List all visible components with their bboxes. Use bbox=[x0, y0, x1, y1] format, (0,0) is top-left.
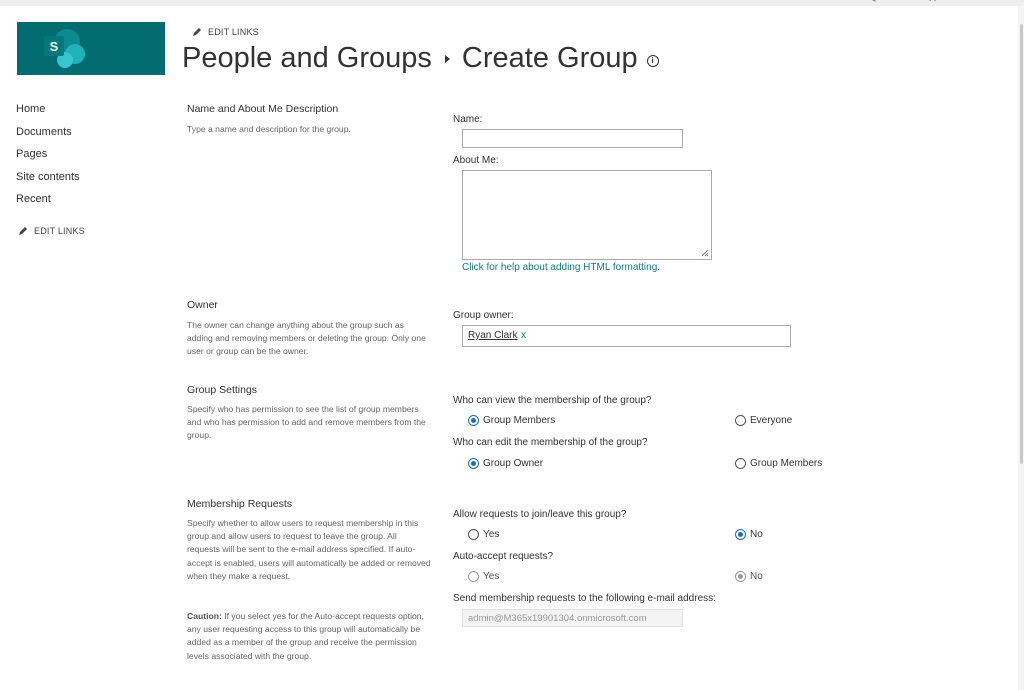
join-option-b-label: No bbox=[750, 529, 763, 540]
caution-note: Caution: If you select yes for the Auto-… bbox=[187, 610, 432, 663]
window-top-strip: ◂ ✕ bbox=[0, 0, 1024, 6]
radio-selected-icon[interactable] bbox=[468, 458, 479, 469]
email-question: Send membership requests to the followin… bbox=[453, 593, 716, 604]
view-radio-group-members[interactable]: Group Members bbox=[468, 415, 555, 426]
auto-radio-yes: Yes bbox=[468, 571, 499, 582]
pencil-icon bbox=[193, 28, 201, 36]
sharepoint-logo-icon: S bbox=[44, 29, 85, 68]
section-title-owner: Owner bbox=[187, 299, 218, 311]
radio-selected-icon[interactable] bbox=[735, 529, 746, 540]
nav-item-home[interactable]: Home bbox=[16, 101, 80, 124]
nav-edit-links[interactable]: EDIT LINKS bbox=[18, 226, 85, 236]
auto-option-a-label: Yes bbox=[483, 571, 500, 582]
section-title-membership-requests: Membership Requests bbox=[187, 498, 293, 510]
pencil-icon bbox=[19, 227, 27, 235]
about-me-textarea[interactable] bbox=[462, 170, 712, 260]
edit-radio-group-owner[interactable]: Group Owner bbox=[468, 458, 543, 469]
vertical-scrollbar[interactable] bbox=[1018, 6, 1024, 690]
resize-grip-icon[interactable] bbox=[701, 249, 709, 257]
scrollbar-thumb[interactable] bbox=[1020, 24, 1023, 464]
name-label: Name: bbox=[453, 114, 483, 125]
section-title-name-about: Name and About Me Description bbox=[187, 103, 339, 115]
logo-letter: S bbox=[50, 39, 59, 54]
owner-name[interactable]: Ryan Clark bbox=[468, 330, 517, 341]
group-owner-label: Group owner: bbox=[453, 310, 514, 321]
owner-remove-icon[interactable]: x bbox=[521, 330, 526, 341]
nav-edit-links-label[interactable]: EDIT LINKS bbox=[34, 226, 85, 236]
radio-selected-icon bbox=[735, 571, 746, 582]
breadcrumb-page: Create Group bbox=[461, 42, 638, 74]
radio-icon bbox=[468, 571, 479, 582]
membership-email-input: admin@M365x19901304.onmicrosoft.com bbox=[462, 609, 683, 627]
edit-links-label[interactable]: EDIT LINKS bbox=[208, 27, 259, 37]
radio-icon[interactable] bbox=[735, 415, 746, 426]
top-edit-links[interactable]: EDIT LINKS bbox=[192, 27, 259, 37]
caution-text: If you select yes for the Auto-accept re… bbox=[187, 611, 424, 661]
radio-selected-icon[interactable] bbox=[468, 415, 479, 426]
radio-icon[interactable] bbox=[735, 458, 746, 469]
name-input[interactable] bbox=[462, 129, 683, 148]
breadcrumb-section[interactable]: People and Groups bbox=[182, 42, 432, 75]
edit-option-a-label: Group Owner bbox=[483, 458, 544, 469]
join-leave-question: Allow requests to join/leave this group? bbox=[453, 509, 627, 520]
back-icon[interactable]: ◂ bbox=[870, 0, 876, 5]
about-me-label: About Me: bbox=[453, 155, 499, 166]
info-icon[interactable]: i bbox=[646, 54, 659, 67]
section-desc-group-settings: Specify who has permission to see the li… bbox=[187, 404, 426, 441]
close-icon[interactable]: ✕ bbox=[928, 0, 937, 5]
nav-item-site-contents[interactable]: Site contents bbox=[16, 169, 80, 192]
left-navigation: Home Documents Pages Site contents Recen… bbox=[16, 101, 80, 214]
site-logo[interactable]: S bbox=[17, 22, 165, 75]
nav-item-documents[interactable]: Documents bbox=[16, 124, 80, 147]
auto-accept-question: Auto-accept requests? bbox=[453, 551, 554, 562]
section-desc-name-about: Type a name and description for the grou… bbox=[187, 124, 351, 134]
nav-item-recent[interactable]: Recent bbox=[16, 191, 80, 214]
edit-radio-group-members[interactable]: Group Members bbox=[735, 458, 822, 469]
html-formatting-help-link[interactable]: Click for help about adding HTML formatt… bbox=[462, 262, 660, 273]
join-option-a-label: Yes bbox=[483, 529, 500, 540]
view-membership-question: Who can view the membership of the group… bbox=[453, 395, 652, 406]
section-desc-membership-requests: Specify whether to allow users to reques… bbox=[187, 518, 431, 581]
view-option-b-label: Everyone bbox=[750, 415, 793, 426]
view-option-a-label: Group Members bbox=[483, 415, 556, 426]
join-radio-yes[interactable]: Yes bbox=[468, 529, 499, 540]
group-owner-picker[interactable]: Ryan Clark x bbox=[462, 325, 791, 347]
section-desc-owner: The owner can change anything about the … bbox=[187, 320, 426, 357]
section-title-group-settings: Group Settings bbox=[187, 384, 258, 396]
nav-item-pages[interactable]: Pages bbox=[16, 146, 80, 169]
breadcrumb-separator-icon bbox=[444, 54, 450, 63]
view-radio-everyone[interactable]: Everyone bbox=[735, 415, 792, 426]
auto-radio-no: No bbox=[735, 571, 763, 582]
radio-icon[interactable] bbox=[468, 529, 479, 540]
auto-option-b-label: No bbox=[750, 571, 763, 582]
join-radio-no[interactable]: No bbox=[735, 529, 763, 540]
caution-label: Caution: bbox=[187, 611, 222, 621]
edit-membership-question: Who can edit the membership of the group… bbox=[453, 437, 648, 448]
edit-option-b-label: Group Members bbox=[750, 458, 823, 469]
page-title: People and Groups Create Group i bbox=[182, 42, 659, 75]
